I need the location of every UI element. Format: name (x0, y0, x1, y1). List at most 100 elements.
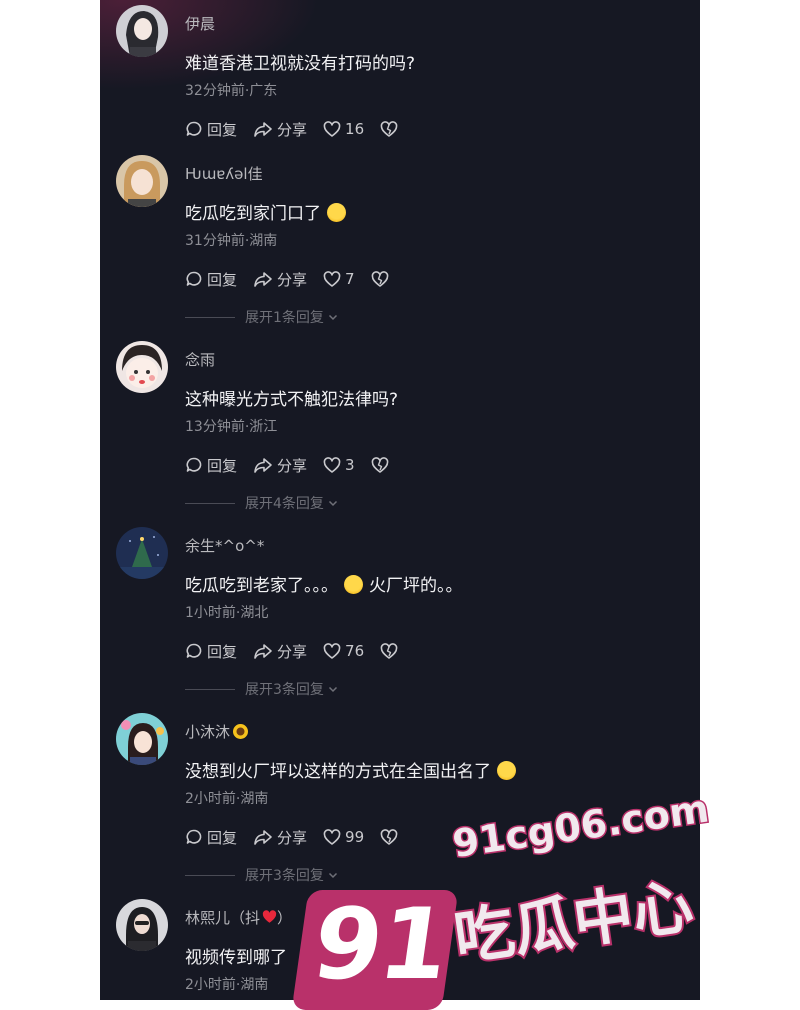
avatar[interactable] (116, 5, 168, 57)
expand-replies-label: 展开1条回复 (245, 310, 324, 326)
chevron-down-icon (328, 872, 337, 879)
like-count: 3 (345, 456, 355, 474)
like-button[interactable]: 76 (323, 642, 364, 660)
expand-replies-button[interactable]: 展开4条回复 (185, 494, 339, 512)
reply-icon (186, 457, 202, 472)
like-button[interactable]: 99 (323, 828, 364, 846)
expand-replies-label: 展开4条回复 (245, 496, 324, 512)
expand-replies-button[interactable]: 展开1条回复 (185, 308, 339, 326)
timestamp-location: 13分钟前·浙江 (185, 419, 278, 435)
comment-text: 难道香港卫视就没有打码的吗? (185, 54, 416, 74)
reply-icon (186, 643, 202, 658)
username[interactable]: Ƕɯɐʎǝl佳 (185, 163, 263, 184)
like-count: 16 (345, 120, 365, 138)
reply-label: 回复 (207, 270, 238, 289)
dislike-heart-icon (380, 828, 398, 845)
chevron-down-icon (328, 314, 337, 321)
like-button[interactable]: 7 (323, 270, 355, 288)
dislike-button[interactable] (380, 828, 402, 846)
reply-label: 回复 (207, 828, 238, 847)
comment-actions: 回复 分享 99 (185, 826, 418, 848)
username[interactable]: 小沐沐 (185, 721, 249, 742)
divider-line (185, 502, 235, 504)
username[interactable]: 念雨 (185, 349, 215, 370)
comment-feed: 伊晨 难道香港卫视就没有打码的吗? 32分钟前·广东 回复 分享 16 Ƕɯɐʎ… (100, 0, 700, 1000)
comment-actions: 回复 分享 16 (185, 118, 418, 140)
divider-line (185, 316, 235, 318)
timestamp-location: 2小时前·湖南 (185, 791, 269, 807)
avatar[interactable] (116, 341, 168, 393)
reply-button[interactable]: 回复 (185, 269, 237, 290)
divider-line (185, 874, 235, 876)
username[interactable]: 林熙儿（抖） (185, 907, 292, 928)
chevron-down-icon (328, 686, 337, 693)
share-icon (254, 644, 272, 659)
share-label: 分享 (277, 270, 308, 289)
share-button[interactable]: 分享 (253, 455, 307, 476)
dislike-button[interactable] (380, 642, 402, 660)
share-label: 分享 (277, 828, 308, 847)
share-button[interactable]: 分享 (253, 641, 307, 662)
avatar[interactable] (116, 713, 168, 765)
reply-label: 回复 (207, 642, 238, 661)
smile-emoji-icon (344, 575, 363, 594)
divider-line (185, 688, 235, 690)
sunflower-icon (233, 724, 249, 739)
share-icon (254, 830, 272, 845)
heart-icon (323, 456, 341, 473)
share-label: 分享 (277, 642, 308, 661)
dislike-button[interactable] (371, 456, 393, 474)
expand-replies-label: 展开3条回复 (245, 868, 324, 884)
reply-label: 回复 (207, 120, 238, 139)
share-label: 分享 (277, 120, 308, 139)
reply-icon (186, 829, 202, 844)
avatar[interactable] (116, 527, 168, 579)
heart-emoji-icon (262, 910, 277, 923)
reply-button[interactable]: 回复 (185, 641, 237, 662)
share-button[interactable]: 分享 (253, 119, 307, 140)
share-icon (254, 458, 272, 473)
expand-replies-label: 展开3条回复 (245, 682, 324, 698)
like-button[interactable]: 16 (323, 120, 364, 138)
laugh-emoji-icon (327, 203, 346, 222)
reply-button[interactable]: 回复 (185, 119, 237, 140)
share-button[interactable]: 分享 (253, 269, 307, 290)
dislike-heart-icon (371, 270, 388, 287)
heart-icon (323, 828, 341, 845)
like-button[interactable]: 3 (323, 456, 355, 474)
timestamp-location: 32分钟前·广东 (185, 83, 278, 99)
comment-actions: 回复 分享 3 (185, 454, 409, 476)
comment-actions: 回复 分享 7 (185, 268, 409, 290)
chevron-down-icon (328, 500, 337, 507)
reply-button[interactable]: 回复 (185, 455, 237, 476)
timestamp-location: 2小时前·湖南 (185, 977, 269, 993)
share-button[interactable]: 分享 (253, 827, 307, 848)
like-count: 76 (345, 642, 365, 660)
share-icon (254, 122, 272, 137)
timestamp-location: 31分钟前·湖南 (185, 233, 278, 249)
expand-replies-button[interactable]: 展开3条回复 (185, 866, 339, 884)
username[interactable]: 余生*^o^* (185, 535, 264, 556)
dislike-button[interactable] (380, 120, 402, 138)
comment-text: 吃瓜吃到老家了。。。 火厂坪的。。 (185, 575, 463, 596)
heart-icon (323, 120, 341, 137)
dislike-heart-icon (371, 456, 388, 473)
share-label: 分享 (277, 456, 308, 475)
avatar[interactable] (116, 155, 168, 207)
comment-text: 吃瓜吃到家门口了 (185, 199, 346, 224)
like-count: 99 (345, 828, 365, 846)
heart-icon (323, 270, 341, 287)
comment-text: 没想到火厂坪以这样的方式在全国出名了 (185, 757, 516, 782)
like-count: 7 (345, 270, 355, 288)
timestamp-location: 1小时前·湖北 (185, 605, 269, 621)
dislike-heart-icon (380, 642, 398, 659)
username[interactable]: 伊晨 (185, 13, 215, 34)
expand-replies-button[interactable]: 展开3条回复 (185, 680, 339, 698)
laugh-emoji-icon (497, 761, 516, 780)
dislike-button[interactable] (371, 270, 393, 288)
heart-icon (323, 642, 341, 659)
reply-icon (186, 121, 202, 136)
avatar[interactable] (116, 899, 168, 951)
reply-button[interactable]: 回复 (185, 827, 237, 848)
comment-actions: 回复 分享 76 (185, 640, 418, 662)
